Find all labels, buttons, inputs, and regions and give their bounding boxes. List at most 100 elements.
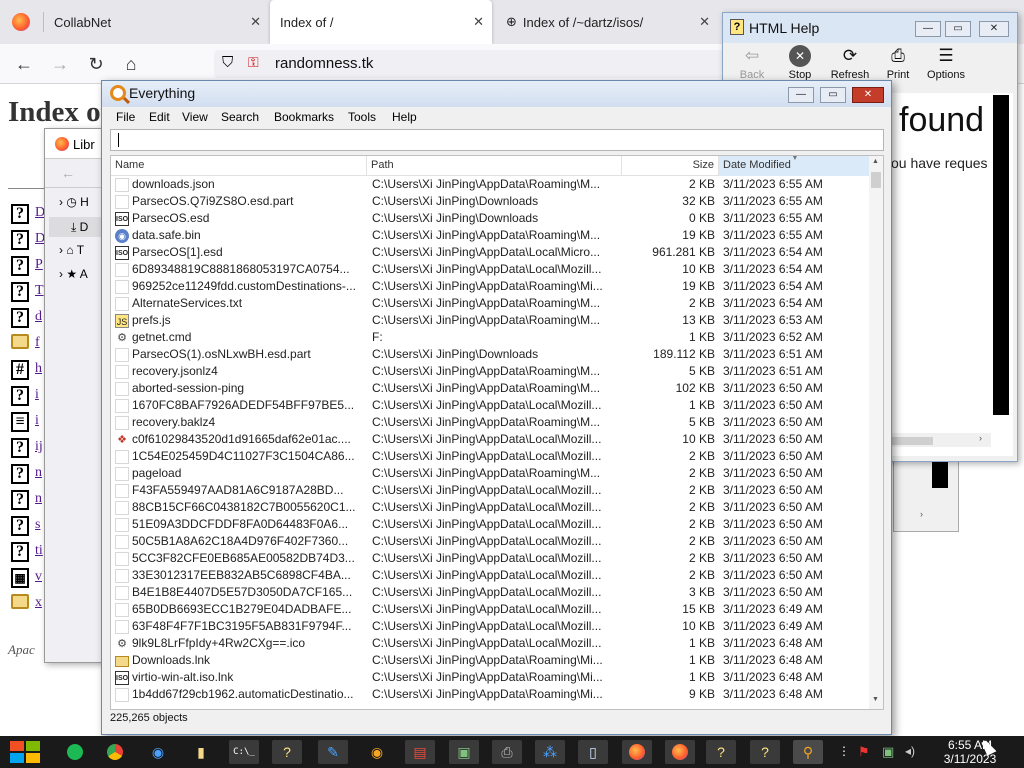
library-item-history[interactable]: › ◷ H (59, 195, 89, 209)
home-icon[interactable]: ⌂ (119, 52, 143, 76)
everything-titlebar[interactable]: Everything — ▭ ✕ (102, 81, 891, 107)
shield-icon[interactable]: ⛉ (222, 54, 233, 71)
search-input[interactable] (110, 129, 884, 151)
table-row[interactable]: ⚙ 9lk9L8LrFfpIdy+4Rw2CXg==.ico C:\Users\Xi… (111, 636, 871, 653)
taskbar-clock[interactable]: 6:55 AM 3/11/2023 (930, 738, 1010, 766)
table-row[interactable]: 65B0DB6693ECC1B279E04DADBAFE... C:\Users\… (111, 602, 871, 619)
close-button[interactable]: ✕ (979, 21, 1009, 37)
tray-overflow-icon[interactable]: ⋮ (838, 744, 850, 758)
help-titlebar[interactable]: ? HTML Help — ▭ ✕ (723, 13, 1017, 43)
help-back-button[interactable]: ⇦ Back (729, 43, 775, 81)
directory-link[interactable]: P (35, 257, 43, 273)
network-tray-icon[interactable]: ▣ (882, 744, 894, 760)
help-horizontal-scrollbar[interactable]: › (891, 433, 991, 447)
scroll-up-icon[interactable]: ▲ (872, 158, 879, 165)
table-row[interactable]: ISO ParsecOS.esd C:\Users\Xi JinPing\Downl… (111, 211, 871, 228)
directory-link[interactable]: ij (35, 439, 43, 455)
table-row[interactable]: downloads.json C:\Users\Xi JinPing\AppDat… (111, 177, 871, 194)
table-row[interactable]: ParsecOS(1).osNLxwBH.esd.part C:\Users\Xi… (111, 347, 871, 364)
minimize-button[interactable]: — (915, 21, 941, 37)
library-item-all-bookmarks[interactable]: › ★ A (59, 267, 88, 281)
firefox-icon[interactable] (12, 13, 30, 31)
directory-link[interactable]: s (35, 517, 40, 533)
volume-icon[interactable]: ◂) (905, 744, 915, 758)
network-app-icon[interactable]: ◉ (143, 740, 173, 764)
directory-link[interactable]: ti (35, 543, 43, 559)
document-icon[interactable]: ▯ (578, 740, 608, 764)
directory-link[interactable]: h (35, 361, 42, 377)
table-row[interactable]: JS prefs.js C:\Users\Xi JinPing\AppData\Ro… (111, 313, 871, 330)
printer-app-icon[interactable]: ⎙ (492, 740, 522, 764)
tab-close-icon[interactable]: ✕ (250, 14, 261, 30)
directory-link[interactable]: i (35, 387, 39, 403)
table-row[interactable]: 50C5B1A8A62C18A4D976F402F7360... C:\Users… (111, 534, 871, 551)
menu-file[interactable]: File (116, 110, 135, 124)
table-row[interactable]: ❖ c0f61029843520d1d91665daf62e01ac.... C:\… (111, 432, 871, 449)
directory-link[interactable]: f (35, 335, 40, 351)
help-stop-button[interactable]: ✕ Stop (777, 43, 823, 81)
maximize-button[interactable]: ▭ (820, 87, 846, 103)
tab-collabnet[interactable]: CollabNet ✕ (44, 0, 269, 44)
table-row[interactable]: 88CB15CF66C0438182C7B0055620C1... C:\User… (111, 500, 871, 517)
tab-index-of[interactable]: Index of / ✕ (270, 0, 492, 44)
table-row[interactable]: B4E1B8E4407D5E57D3050DA7CF165... C:\Users… (111, 585, 871, 602)
everything-taskbar-icon[interactable]: ⚲ (793, 740, 823, 764)
directory-link[interactable]: n (35, 491, 42, 507)
tab-dartz-isos[interactable]: ⊕ Index of /~dartz/isos/ ✕ (496, 0, 718, 44)
back-arrow-icon[interactable]: ← (12, 52, 36, 76)
table-row[interactable]: F43FA559497AAD81A6C9187A28BD... C:\Users\… (111, 483, 871, 500)
directory-link[interactable]: i (35, 413, 39, 429)
table-row[interactable]: 1b4dd67f29cb1962.automaticDestinatio... C… (111, 687, 871, 704)
help-app-icon-2[interactable]: ? (706, 740, 736, 764)
reload-icon[interactable]: ↻ (84, 52, 108, 76)
app-icon-orange[interactable]: ◉ (362, 740, 392, 764)
network-diagram-icon[interactable]: ⁂ (535, 740, 565, 764)
table-row[interactable]: ISO virtio-win-alt.iso.lnk C:\Users\Xi Jin… (111, 670, 871, 687)
directory-link[interactable]: d (35, 309, 42, 325)
table-row[interactable]: 63F48F4F7F1BC3195F5AB831F9794F... C:\User… (111, 619, 871, 636)
help-options-button[interactable]: ☰ Options (923, 43, 969, 81)
firefox-taskbar-icon-2[interactable] (665, 740, 695, 764)
directory-link[interactable]: v (35, 569, 42, 585)
results-list[interactable]: Name Path Size Date Modified ▼ downloads… (110, 155, 884, 710)
directory-link[interactable]: T (35, 283, 44, 299)
help-app-icon-3[interactable]: ? (750, 740, 780, 764)
tab-close-icon[interactable]: ✕ (473, 14, 484, 30)
scroll-arrow-right-icon[interactable]: › (979, 433, 982, 443)
table-row[interactable]: ⚙ getnet.cmd F: 1 KB 3/11/2023 6:52 AM (111, 330, 871, 347)
directory-link[interactable]: x (35, 595, 42, 611)
table-row[interactable]: 33E3012317EEB832AB5C6898CF4BA... C:\Users… (111, 568, 871, 585)
table-row[interactable]: Downloads.lnk C:\Users\Xi JinPing\AppData… (111, 653, 871, 670)
scroll-thumb[interactable] (871, 172, 881, 188)
table-row[interactable]: ◉ data.safe.bin C:\Users\Xi JinPing\AppDat… (111, 228, 871, 245)
table-row[interactable]: recovery.jsonlz4 C:\Users\Xi JinPing\AppD… (111, 364, 871, 381)
forward-arrow-icon[interactable]: → (48, 52, 72, 76)
table-row[interactable]: recovery.baklz4 C:\Users\Xi JinPing\AppDa… (111, 415, 871, 432)
column-header-size[interactable]: Size (622, 156, 719, 176)
table-row[interactable]: pageload C:\Users\Xi JinPing\AppData\Roam… (111, 466, 871, 483)
scroll-thumb[interactable] (891, 437, 933, 445)
vertical-scrollbar[interactable]: ▲ ▼ (869, 156, 883, 709)
table-row[interactable]: ParsecOS.Q7i9ZS8O.esd.part C:\Users\Xi Ji… (111, 194, 871, 211)
menu-search[interactable]: Search (221, 110, 259, 124)
column-header-path[interactable]: Path (367, 156, 622, 176)
menu-edit[interactable]: Edit (149, 110, 170, 124)
table-row[interactable]: 1C54E025459D4C11027F3C1504CA86... C:\User… (111, 449, 871, 466)
help-app-icon[interactable]: ? (272, 740, 302, 764)
scroll-arrow-right-icon[interactable]: › (920, 509, 923, 519)
table-row[interactable]: 1670FC8BAF7926ADEDF54BFF97BE5... C:\Users… (111, 398, 871, 415)
flag-icon[interactable]: ⚑ (858, 744, 870, 760)
spotify-icon[interactable] (60, 740, 90, 764)
library-item-tags[interactable]: › ⌂ T (59, 243, 84, 257)
table-row[interactable]: AlternateServices.txt C:\Users\Xi JinPing… (111, 296, 871, 313)
table-row[interactable]: 5CC3F82CFE0EB685AE00582DB74D3... C:\Users… (111, 551, 871, 568)
windows-start-button[interactable] (10, 741, 42, 765)
help-refresh-button[interactable]: ⟳ Refresh (827, 43, 873, 81)
menu-bookmarks[interactable]: Bookmarks (274, 110, 334, 124)
terminal-icon[interactable]: C:\_ (229, 740, 259, 764)
menu-tools[interactable]: Tools (348, 110, 376, 124)
table-row[interactable]: 6D89348819C8881868053197CA0754... C:\User… (111, 262, 871, 279)
firefox-taskbar-icon[interactable] (622, 740, 652, 764)
url-text[interactable]: randomness.tk (275, 55, 373, 72)
minimize-button[interactable]: — (788, 87, 814, 103)
